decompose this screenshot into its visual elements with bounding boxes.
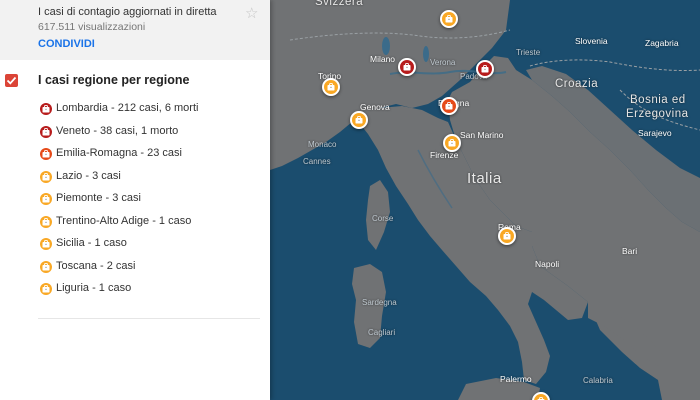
- map-title: I casi di contagio aggiornati in diretta: [38, 6, 217, 18]
- map-marker[interactable]: [440, 10, 458, 28]
- label-corse: Corse: [372, 214, 394, 223]
- layer-title: I casi regione per regione: [38, 73, 190, 87]
- label-monaco: Monaco: [308, 140, 337, 149]
- share-button[interactable]: CONDIVIDI: [38, 38, 95, 50]
- region-label: Lazio - 3 casi: [56, 169, 121, 182]
- briefcase-icon: [42, 172, 50, 180]
- region-item[interactable]: Trentino-Alto Adige - 1 caso: [38, 214, 263, 232]
- briefcase-icon: [42, 150, 50, 158]
- region-item[interactable]: Piemonte - 3 casi: [38, 191, 263, 209]
- layer-checkbox[interactable]: [5, 74, 18, 87]
- label-cagliari: Cagliari: [368, 328, 396, 337]
- region-item[interactable]: Sicilia - 1 caso: [38, 236, 263, 254]
- map-marker[interactable]: [398, 58, 416, 76]
- label-sardegna: Sardegna: [362, 298, 397, 307]
- label-bosnia: Bosnia ed: [630, 94, 686, 106]
- briefcase-icon: [42, 285, 50, 293]
- briefcase-icon: [327, 83, 335, 91]
- star-icon[interactable]: ☆: [245, 4, 258, 22]
- label-sarajevo: Sarajevo: [638, 128, 672, 138]
- case-marker-icon: [40, 103, 52, 115]
- briefcase-icon: [445, 15, 453, 23]
- label-bari: Bari: [622, 246, 638, 256]
- region-item[interactable]: Emilia-Romagna - 23 casi: [38, 146, 263, 164]
- briefcase-icon: [355, 116, 363, 124]
- briefcase-icon: [42, 105, 50, 113]
- briefcase-icon: [42, 195, 50, 203]
- map-marker[interactable]: [498, 227, 516, 245]
- label-san-marino: San Marino: [460, 130, 504, 140]
- briefcase-icon: [445, 102, 453, 110]
- checkmark-icon: [6, 76, 17, 85]
- region-label: Emilia-Romagna - 23 casi: [56, 147, 182, 159]
- briefcase-icon: [42, 262, 50, 270]
- region-label: Sicilia - 1 caso: [56, 237, 127, 249]
- region-label: Toscana - 2 casi: [56, 259, 136, 272]
- region-label: Liguria - 1 caso: [56, 282, 132, 294]
- briefcase-icon: [481, 65, 489, 73]
- label-croazia: Croazia: [555, 78, 599, 90]
- case-marker-icon: [40, 125, 52, 138]
- region-label: Lombardia - 212 casi, 6 morti: [56, 102, 199, 114]
- region-label: Veneto - 38 casi, 1 morto: [56, 124, 179, 137]
- map-marker[interactable]: [350, 111, 368, 129]
- map-marker[interactable]: [443, 134, 461, 152]
- region-item[interactable]: Lazio - 3 casi: [38, 169, 263, 187]
- label-genova: Genova: [360, 102, 390, 112]
- map-marker[interactable]: [440, 97, 458, 115]
- briefcase-icon: [42, 127, 50, 135]
- map-header: I casi di contagio aggiornati in diretta…: [0, 0, 270, 60]
- divider: [38, 318, 260, 319]
- case-marker-icon: [40, 238, 52, 250]
- map-marker[interactable]: [476, 60, 494, 78]
- briefcase-icon: [503, 232, 511, 240]
- case-marker-icon: [40, 148, 52, 160]
- region-item[interactable]: Liguria - 1 caso: [38, 281, 263, 299]
- label-trieste: Trieste: [516, 48, 541, 57]
- briefcase-icon: [42, 217, 50, 225]
- label-verona: Verona: [430, 58, 456, 67]
- briefcase-icon: [403, 63, 411, 71]
- case-marker-icon: [40, 193, 52, 205]
- view-count: 617.511 visualizzazioni: [38, 21, 146, 33]
- region-item[interactable]: Veneto - 38 casi, 1 morto: [38, 124, 263, 142]
- region-item[interactable]: Toscana - 2 casi: [38, 259, 263, 277]
- case-marker-icon: [40, 170, 52, 183]
- map-marker[interactable]: [322, 78, 340, 96]
- region-label: Piemonte - 3 casi: [56, 192, 141, 204]
- case-marker-icon: [40, 260, 52, 273]
- case-marker-icon: [40, 283, 52, 295]
- region-item[interactable]: Lombardia - 212 casi, 6 morti: [38, 101, 263, 119]
- briefcase-icon: [448, 139, 456, 147]
- label-napoli: Napoli: [535, 259, 560, 269]
- map-canvas[interactable]: Svizzera Zagabria Slovenia Croazia Bosni…: [270, 0, 700, 400]
- label-erzegovina: Erzegovina: [626, 108, 689, 120]
- label-calabria: Calabria: [583, 376, 613, 385]
- label-milano: Milano: [370, 54, 396, 64]
- label-palermo: Palermo: [500, 374, 532, 384]
- label-svizzera: Svizzera: [315, 0, 364, 8]
- label-cannes: Cannes: [303, 157, 331, 166]
- label-slovenia: Slovenia: [575, 36, 608, 46]
- case-marker-icon: [40, 215, 52, 228]
- label-zagabria: Zagabria: [645, 38, 679, 48]
- region-label: Trentino-Alto Adige - 1 caso: [56, 214, 192, 227]
- briefcase-icon: [42, 240, 50, 248]
- label-italia: Italia: [467, 170, 502, 187]
- side-panel: I casi di contagio aggiornati in diretta…: [0, 0, 270, 400]
